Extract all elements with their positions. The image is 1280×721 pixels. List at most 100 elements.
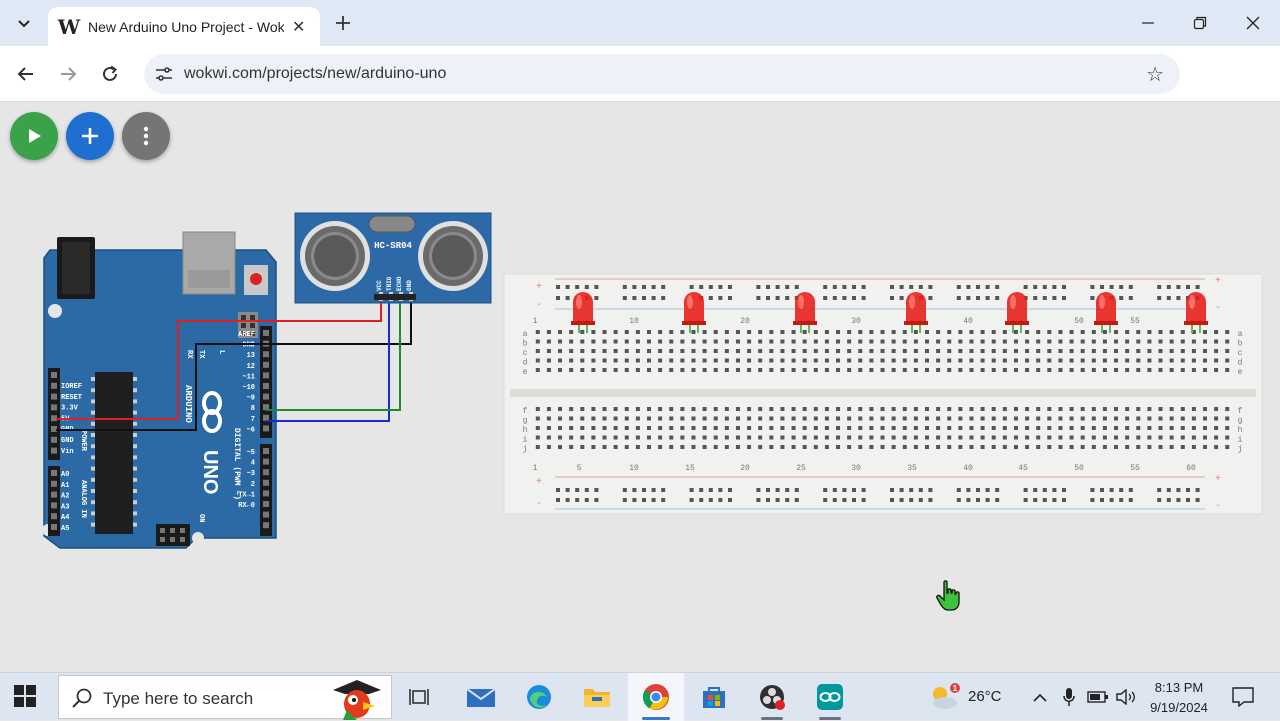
- site-info-icon[interactable]: [154, 64, 174, 84]
- bookmark-star-icon[interactable]: ☆: [1146, 62, 1164, 87]
- browser-tab[interactable]: W New Arduino Uno Project - Wokwi ESP32,…: [48, 7, 320, 46]
- arduino-ide-icon: [817, 684, 843, 710]
- weather-widget[interactable]: 1: [924, 679, 964, 715]
- column-number: 15: [685, 464, 695, 473]
- weather-temperature[interactable]: 26°C: [968, 688, 1002, 705]
- row-letter: a: [1238, 330, 1243, 339]
- power-pin-label: 3.3V: [61, 405, 79, 413]
- column-number: 20: [740, 317, 750, 326]
- restore-button[interactable]: [1187, 10, 1213, 36]
- microphone-icon: [1063, 688, 1075, 706]
- arduino-ide-button[interactable]: [810, 679, 850, 715]
- simulation-canvas[interactable]: ARDUINO UNO DIGITAL (PWM ~) POWER ANALOG…: [0, 102, 1280, 672]
- column-number: 40: [963, 464, 973, 473]
- breadboard[interactable]: 1 10 20 30 40 50 551 5 10 15 20 25 30 35 40 45 50 55 60a ab…: [503, 273, 1263, 515]
- row-letter: c: [1238, 349, 1243, 358]
- tab-title: New Arduino Uno Project - Wokwi ESP32, S…: [88, 18, 284, 35]
- crystal-oscillator: [368, 215, 416, 233]
- rail-minus-label: -: [1215, 303, 1221, 314]
- power-pin-label: RESET: [61, 394, 82, 402]
- column-number: 60: [1186, 464, 1196, 473]
- close-icon: [1246, 16, 1260, 30]
- folder-icon: [584, 689, 610, 707]
- search-highlight-pirate-parrot-icon: [333, 680, 381, 720]
- task-view-icon: [409, 689, 429, 705]
- sensor-pin-label: ECHO: [396, 276, 403, 291]
- row-letter: d: [523, 359, 528, 368]
- plus-icon: [336, 16, 350, 30]
- taskbar-search-box[interactable]: Type here to search: [58, 675, 392, 720]
- new-tab-button[interactable]: [330, 10, 356, 36]
- speaker-icon: [1116, 689, 1135, 705]
- edge-browser-button[interactable]: [519, 679, 559, 715]
- arrow-left-icon: [17, 67, 33, 81]
- digital-pin-label: 12: [247, 363, 255, 371]
- rail-minus-label: -: [536, 300, 542, 311]
- store-icon: [703, 687, 725, 708]
- microphone-indicator[interactable]: [1058, 679, 1080, 715]
- icsp-bottom: [156, 524, 190, 546]
- power-header: [48, 368, 60, 460]
- analog-pin-label: A1: [61, 482, 69, 490]
- battery-icon: [1087, 691, 1108, 703]
- on-label: ON: [197, 514, 205, 522]
- clock-date: 9/19/2024: [1150, 700, 1208, 715]
- reload-icon: [103, 65, 117, 81]
- file-explorer-button[interactable]: [577, 679, 617, 715]
- back-button[interactable]: [13, 61, 39, 87]
- row-letter: i: [523, 436, 528, 445]
- taskbar-clock[interactable]: 8:13 PM 9/19/2024: [1140, 678, 1218, 718]
- windows-start-button[interactable]: [14, 685, 40, 711]
- mail-icon: [466, 688, 496, 707]
- row-letter: g: [1238, 417, 1243, 426]
- hand-pointer-cursor-icon: [936, 580, 960, 611]
- reload-button[interactable]: [97, 61, 123, 87]
- close-window-button[interactable]: [1240, 10, 1266, 36]
- digital-pin-label: 2: [251, 481, 255, 489]
- forward-button[interactable]: [55, 61, 81, 87]
- arduino-uno-board[interactable]: ARDUINO UNO DIGITAL (PWM ~) POWER ANALOG…: [42, 231, 277, 549]
- show-hidden-icons-button[interactable]: [1028, 679, 1052, 715]
- tx-led-label: TX: [197, 350, 205, 359]
- obs-studio-button[interactable]: [752, 679, 792, 715]
- tab-search-button[interactable]: [8, 8, 40, 38]
- analog-pin-label: A3: [61, 503, 69, 511]
- digital-pin-label: TX→1: [238, 491, 255, 499]
- search-placeholder: Type here to search: [103, 689, 254, 708]
- task-view-button[interactable]: [400, 679, 440, 715]
- digital-pin-label: 13: [247, 352, 255, 360]
- row-letter: e: [523, 368, 528, 377]
- arrow-right-icon: [61, 67, 77, 81]
- ultrasonic-transducer-right: [418, 221, 488, 291]
- hc-sr04-sensor[interactable]: HC-SR04 VCC TRIG ECHO GND: [294, 212, 492, 304]
- mail-app-button[interactable]: [461, 679, 501, 715]
- browser-toolbar: wokwi.com/projects/new/arduino-uno ☆ A ⋮: [0, 46, 1280, 132]
- address-bar[interactable]: wokwi.com/projects/new/arduino-uno ☆: [144, 54, 1180, 94]
- volume-indicator[interactable]: [1114, 679, 1138, 715]
- row-letter: e: [1238, 368, 1243, 377]
- column-number: 25: [796, 464, 806, 473]
- row-letter: f: [523, 407, 528, 416]
- chrome-browser-button[interactable]: [636, 679, 676, 715]
- digital-pin-label: 8: [251, 405, 255, 413]
- close-icon[interactable]: ✕: [292, 17, 305, 37]
- notification-icon: [1232, 687, 1254, 707]
- battery-indicator[interactable]: [1086, 679, 1110, 715]
- rail-plus-label: +: [1215, 276, 1221, 287]
- column-number: 30: [851, 464, 861, 473]
- url-text[interactable]: wokwi.com/projects/new/arduino-uno: [184, 65, 446, 83]
- minimize-button[interactable]: [1135, 10, 1161, 36]
- row-letter: i: [1238, 436, 1243, 445]
- ultrasonic-transducer-left: [300, 221, 370, 291]
- atmega-chip: [95, 372, 133, 534]
- microsoft-store-button[interactable]: [694, 679, 734, 715]
- column-number: 30: [851, 317, 861, 326]
- svg-text:1: 1: [953, 684, 958, 693]
- digital-pin-label: ~6: [247, 426, 255, 434]
- sensor-pin-label: VCC: [376, 280, 383, 291]
- wokwi-logo-icon: W: [57, 14, 81, 39]
- digital-pin-label: ~3: [247, 470, 255, 478]
- browser-tab-strip: W New Arduino Uno Project - Wokwi ESP32,…: [0, 0, 1280, 46]
- notification-center-button[interactable]: [1226, 679, 1260, 715]
- column-number: 10: [629, 464, 639, 473]
